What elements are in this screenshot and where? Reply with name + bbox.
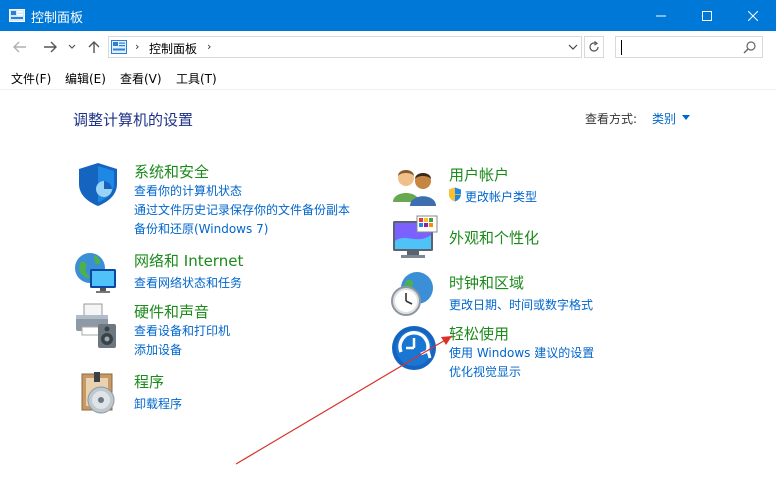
forward-arrow-icon	[44, 41, 57, 53]
refresh-icon	[589, 41, 599, 52]
maximize-button[interactable]	[684, 0, 730, 31]
category-ease-of-access[interactable]: 轻松使用	[449, 323, 509, 344]
minimize-icon	[656, 15, 666, 16]
view-by-dropdown[interactable]: 类别	[652, 110, 676, 127]
link-devices-printers[interactable]: 查看设备和打印机	[134, 322, 230, 339]
programs-disc-icon[interactable]	[76, 370, 124, 418]
clock-globe-icon[interactable]	[389, 270, 437, 318]
search-input[interactable]	[615, 36, 763, 58]
window-title: 控制面板	[31, 11, 84, 26]
category-network-internet[interactable]: 网络和 Internet	[134, 250, 243, 271]
chevron-down-icon	[568, 44, 578, 50]
chevron-right-icon[interactable]: ›	[207, 40, 211, 53]
uac-shield-icon	[449, 187, 461, 202]
link-recommended-settings[interactable]: 使用 Windows 建议的设置	[449, 344, 594, 361]
menu-tools[interactable]: 工具(T)	[176, 70, 217, 87]
address-dropdown-button[interactable]	[565, 38, 581, 56]
view-by-label: 查看方式:	[585, 112, 638, 126]
link-optimize-visual-display[interactable]: 优化视觉显示	[449, 363, 521, 380]
navigation-bar: › 控制面板 ›	[0, 31, 776, 64]
back-button[interactable]	[10, 37, 30, 57]
network-globe-icon[interactable]	[72, 248, 120, 296]
category-clock-region[interactable]: 时钟和区域	[449, 272, 524, 293]
forward-button[interactable]	[40, 37, 60, 57]
category-appearance-personalization[interactable]: 外观和个性化	[449, 227, 539, 248]
monitor-palette-icon[interactable]	[391, 215, 439, 263]
address-bar[interactable]: › 控制面板 ›	[108, 36, 582, 58]
up-button[interactable]	[84, 37, 104, 57]
up-arrow-icon	[88, 41, 100, 53]
category-hardware-sound[interactable]: 硬件和声音	[134, 301, 209, 322]
link-change-account-type[interactable]: 更改帐户类型	[465, 188, 537, 205]
link-change-date-time-format[interactable]: 更改日期、时间或数字格式	[449, 296, 593, 313]
link-file-history-backup[interactable]: 通过文件历史记录保存你的文件备份副本	[134, 201, 350, 218]
link-view-computer-status[interactable]: 查看你的计算机状态	[134, 182, 242, 199]
chevron-right-icon[interactable]: ›	[135, 40, 139, 53]
page-title: 调整计算机的设置	[73, 111, 194, 129]
link-uninstall-program[interactable]: 卸载程序	[134, 395, 182, 412]
control-panel-icon	[111, 40, 127, 54]
menu-edit[interactable]: 编辑(E)	[65, 70, 106, 87]
category-system-security[interactable]: 系统和安全	[134, 161, 209, 182]
close-button[interactable]	[730, 0, 776, 31]
menu-view[interactable]: 查看(V)	[120, 70, 162, 87]
shield-icon[interactable]	[74, 160, 122, 208]
close-icon	[748, 10, 758, 21]
link-backup-restore[interactable]: 备份和还原(Windows 7)	[134, 220, 268, 237]
chevron-down-icon[interactable]	[682, 115, 690, 120]
menu-bar: 文件(F) 编辑(E) 查看(V) 工具(T)	[0, 64, 776, 90]
category-user-accounts[interactable]: 用户帐户	[449, 164, 509, 185]
category-programs[interactable]: 程序	[134, 371, 164, 392]
users-icon[interactable]	[391, 162, 439, 210]
minimize-button[interactable]	[638, 0, 684, 31]
control-panel-icon	[9, 9, 25, 22]
link-network-status[interactable]: 查看网络状态和任务	[134, 274, 242, 291]
chevron-down-icon	[68, 44, 76, 49]
breadcrumb-control-panel[interactable]: 控制面板	[149, 40, 197, 57]
text-caret	[621, 40, 622, 55]
ease-of-access-icon[interactable]	[391, 324, 439, 372]
recent-locations-button[interactable]	[66, 37, 78, 57]
menu-file[interactable]: 文件(F)	[11, 70, 51, 87]
title-bar: 控制面板	[0, 0, 776, 31]
printer-speaker-icon[interactable]	[72, 302, 120, 350]
back-arrow-icon	[13, 41, 26, 53]
maximize-icon	[702, 10, 712, 21]
search-icon[interactable]	[743, 40, 757, 54]
refresh-button[interactable]	[584, 36, 604, 58]
link-add-device[interactable]: 添加设备	[134, 341, 182, 358]
